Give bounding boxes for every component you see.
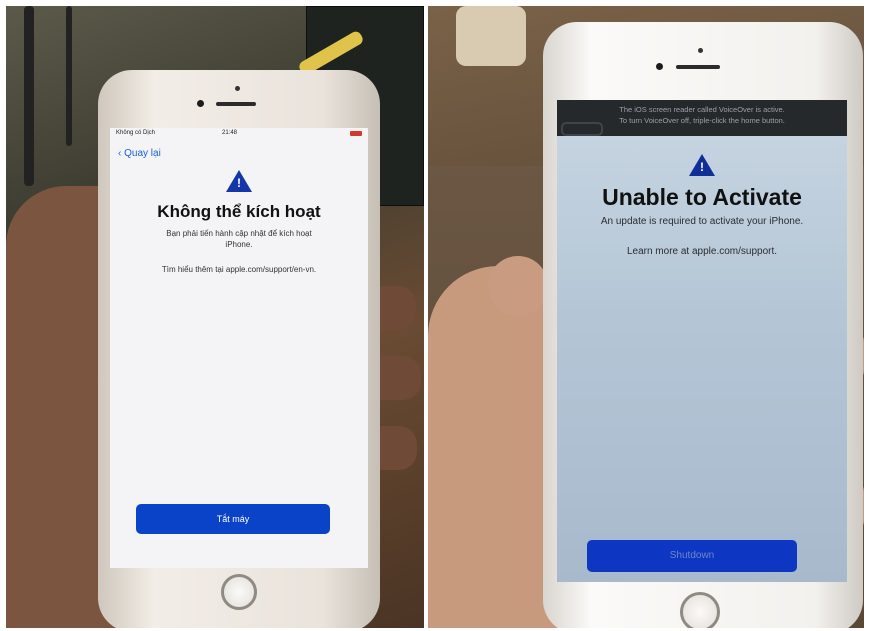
earpiece-speaker [676,65,720,69]
back-label: Quay lại [124,148,161,159]
front-camera [656,63,663,70]
iphone-left: Không có Dịch 21:48 ‹ Quay lại ! Không t… [98,70,380,628]
message-text: Bạn phải tiến hành cập nhật để kích hoạt… [166,229,312,249]
exclamation-mark: ! [700,160,704,174]
home-button[interactable] [680,592,720,628]
home-button[interactable] [221,574,257,610]
status-time: 21:48 [222,130,238,136]
front-camera [197,100,204,107]
button-label: Shutdown [669,550,715,561]
left-photo: Không có Dịch 21:48 ‹ Quay lại ! Không t… [6,6,424,628]
right-photo: The iOS screen reader called VoiceOver i… [428,6,864,628]
screen: The iOS screen reader called VoiceOver i… [557,100,847,582]
message-text: An update is required to activate your i… [600,216,804,227]
voiceover-line-1: The iOS screen reader called VoiceOver i… [619,105,785,114]
cable [24,6,34,186]
battery-icon [350,131,362,136]
exclamation-mark: ! [237,176,241,190]
learn-more-text: Tìm hiểu thêm tại apple.com/support/en-v… [161,265,317,274]
carrier-label: Không có Dịch [116,130,156,136]
back-button[interactable]: ‹ Quay lại [118,148,161,159]
status-bar: Không có Dịch 21:48 [110,128,368,139]
shutdown-button[interactable]: Tắt máy [136,504,330,534]
screen: Không có Dịch 21:48 ‹ Quay lại ! Không t… [110,128,368,568]
finger [488,256,548,316]
iphone-right: The iOS screen reader called VoiceOver i… [543,22,863,628]
earpiece-speaker [216,102,256,106]
page-title: Unable to Activate [602,184,802,210]
learn-more-text: Learn more at apple.com/support. [626,246,778,257]
voiceover-focus-outline [561,122,603,136]
page-title: Không thể kích hoạt [157,202,321,221]
cable [66,6,72,146]
sensor [698,48,703,53]
shutdown-button[interactable]: Shutdown [587,540,797,572]
button-label: Tắt máy [216,514,250,524]
cloth [456,6,526,66]
sensor [235,86,240,91]
